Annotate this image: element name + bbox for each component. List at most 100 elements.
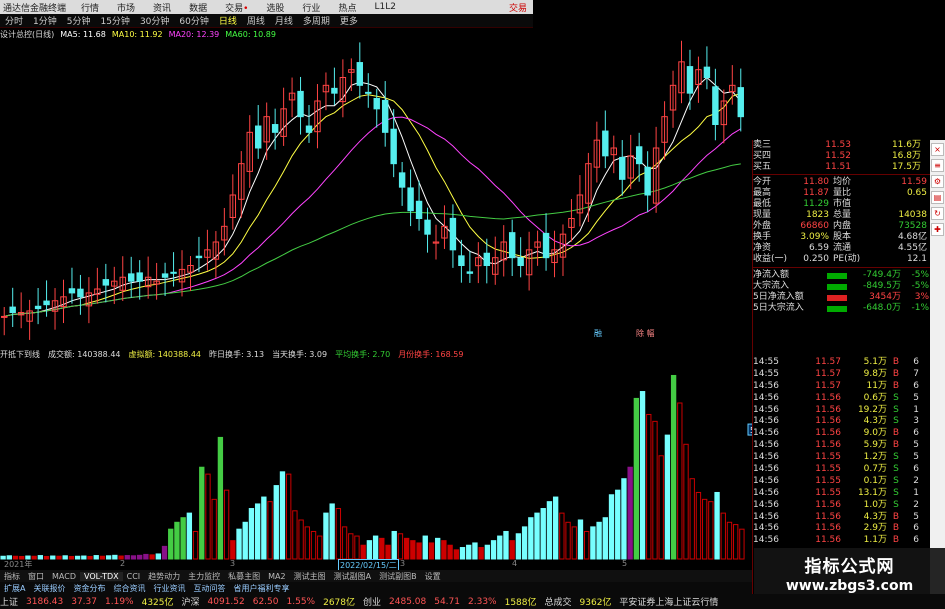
candle-body [195, 255, 203, 259]
volume-chart[interactable]: 8000070000600005000040000300002000010000… [0, 360, 752, 565]
index-field[interactable]: 总成交 [545, 595, 572, 608]
indicator-tab[interactable]: 测试副图B [375, 571, 421, 582]
orderbook-label: 买四 [753, 151, 772, 161]
period-tab[interactable]: 周线 [242, 14, 270, 27]
stat-label: 最低 [753, 199, 772, 209]
menu-item-data[interactable]: 数据 [180, 1, 216, 14]
indicator-tab[interactable]: 测试主图 [290, 571, 330, 582]
volume-bar [242, 521, 248, 560]
stat-row: 换手 3.09% 股本 4.68亿 [753, 232, 931, 243]
chart-marker: 融 [594, 328, 602, 338]
trade-time: 14:56 [753, 475, 779, 486]
virtual-amount-label: 虚拟额: 140388.44 [128, 349, 202, 359]
stat-value: 11.59 [901, 177, 927, 187]
flow-bar [827, 283, 847, 290]
trade-ticks[interactable]: 14:55 11.57 5.1万 B 6 14:55 11.57 9.8万 B 7 14:56 11.… [753, 356, 931, 546]
menu-item-trade-right[interactable]: 交易 [509, 1, 533, 14]
menu-item-quotes[interactable]: 行情 [72, 1, 108, 14]
menu-item-market[interactable]: 市场 [108, 1, 144, 14]
volume-bar [192, 530, 199, 560]
volume-bar [615, 489, 621, 560]
period-tab[interactable]: 月线 [270, 14, 298, 27]
list-icon[interactable]: ≡ [931, 159, 944, 172]
indicator-tab[interactable]: 窗口 [24, 571, 48, 582]
period-tab[interactable]: 15分钟 [95, 14, 134, 27]
extension-tab[interactable]: 资金分布 [69, 583, 109, 594]
indicator-tab[interactable]: MACD [48, 572, 80, 581]
menu-item-industry[interactable]: 行业 [293, 1, 329, 14]
flow-value: -648.0万 [862, 303, 901, 313]
trade-count: 2 [913, 499, 919, 510]
indicator-tab[interactable]: 指标 [0, 571, 24, 582]
indicator-tab[interactable]: 测试副图A [330, 571, 375, 582]
extension-tab[interactable]: 行业资讯 [149, 583, 189, 594]
period-tab[interactable]: 日线 [214, 14, 242, 27]
period-tab[interactable]: 1分钟 [28, 14, 62, 27]
trade-time: 14:56 [753, 535, 779, 546]
stat-label: 均价 [833, 177, 852, 187]
notify-dot-icon: • [243, 3, 249, 14]
index-field[interactable]: 上证 [0, 595, 18, 608]
close-icon[interactable]: × [931, 143, 944, 156]
period-tab[interactable]: 30分钟 [135, 14, 174, 27]
date-tick: 3 [230, 559, 236, 568]
volume-bar [248, 508, 255, 560]
stat-value: 11.87 [803, 188, 829, 198]
period-tab[interactable]: 60分钟 [174, 14, 213, 27]
volume-bar [236, 528, 242, 560]
candle-body [381, 99, 389, 133]
extension-tab[interactable]: 省用户福利专享 [229, 583, 293, 594]
index-field[interactable]: 平安证券上海上证云行情 [619, 595, 718, 608]
index-field[interactable]: 沪深 [182, 595, 200, 608]
candle-body [458, 255, 465, 266]
ma60-label: MA60: 10.89 [225, 30, 276, 39]
stat-label: 流通 [833, 243, 852, 253]
trade-direction: B [892, 357, 900, 367]
period-tab[interactable]: 分时 [0, 14, 28, 27]
stat-label: 股本 [833, 232, 852, 242]
menu-item-stock-picker[interactable]: 选股 [257, 1, 293, 14]
candle-body [415, 200, 423, 220]
indicator-tab[interactable]: 趋势动力 [144, 571, 184, 582]
stat-row: 今开 11.80 均价 11.59 [753, 177, 931, 188]
trade-count: 6 [913, 535, 919, 546]
trade-direction: B [892, 440, 900, 451]
index-field[interactable]: 创业 [363, 595, 381, 608]
extension-tab[interactable]: 关联报价 [29, 583, 69, 594]
indicator-tab[interactable]: 主力监控 [184, 571, 224, 582]
pin-icon[interactable]: ✚ [931, 223, 944, 236]
volume-bar [317, 535, 323, 560]
indicator-tab[interactable]: 私募主图 [224, 571, 264, 582]
volume-bar [422, 535, 428, 560]
volume-bar [304, 526, 310, 560]
trade-count: 1 [913, 404, 919, 415]
chart-marker: 除 幅 [636, 328, 655, 338]
indicator-tab[interactable]: 设置 [421, 571, 445, 582]
volume-bar [701, 498, 708, 560]
candlestick-chart[interactable]: 12.0011.5011.0010.5010.009.509.00融除 幅 [0, 40, 752, 342]
chart-icon[interactable]: ▤ [931, 191, 944, 204]
extension-tab[interactable]: 扩展A [0, 583, 29, 594]
menu-item-l1l2[interactable]: L1L2 [365, 2, 404, 12]
indicator-tab[interactable]: CCI [123, 572, 145, 581]
trade-price: 11.55 [815, 452, 841, 463]
candle-body [703, 66, 711, 78]
period-tab[interactable]: 多周期 [298, 14, 335, 27]
refresh-icon[interactable]: ↻ [931, 207, 944, 220]
indicator-tab[interactable]: VOL-TDX [79, 572, 123, 581]
index-field: 2678亿 [323, 598, 355, 608]
period-tab[interactable]: 更多 [335, 14, 363, 27]
menu-item-news[interactable]: 资讯 [144, 1, 180, 14]
stat-label: PE(动) [833, 254, 861, 264]
trade-time: 14:56 [753, 452, 779, 463]
period-tab[interactable]: 5分钟 [62, 14, 96, 27]
indicator-tab[interactable]: MA2 [264, 572, 289, 581]
orderbook-row: 买四 11.52 16.8万 [753, 151, 931, 162]
menu-item-hot[interactable]: 热点 [329, 1, 365, 14]
flow-label: 5日大宗流入 [753, 303, 804, 313]
candle-body [365, 91, 372, 94]
extension-tab[interactable]: 综合资讯 [109, 583, 149, 594]
menu-item-trade[interactable]: 交易• [216, 1, 257, 14]
settings-icon[interactable]: ⚙ [931, 175, 944, 188]
extension-tab[interactable]: 互动问答 [189, 583, 229, 594]
